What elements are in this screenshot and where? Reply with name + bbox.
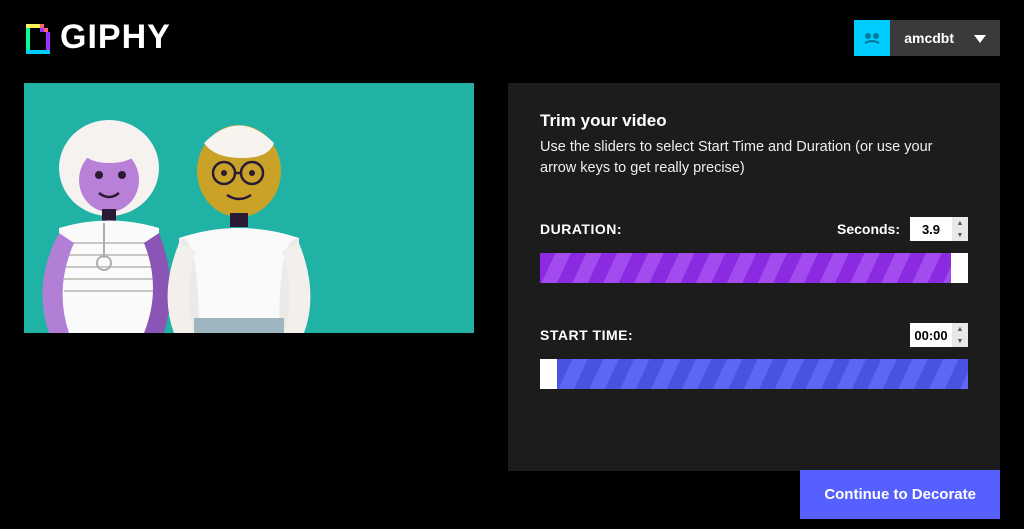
duration-label: DURATION: (540, 221, 622, 237)
continue-to-decorate-button[interactable]: Continue to Decorate (800, 470, 1000, 519)
duration-stepper[interactable]: ▲ ▼ (952, 217, 968, 241)
start-time-slider[interactable] (540, 359, 968, 389)
header: GIPHY amcdbt (0, 0, 1024, 67)
duration-step-up-icon[interactable]: ▲ (952, 217, 968, 229)
start-time-step-down-icon[interactable]: ▼ (952, 335, 968, 347)
start-time-label: START TIME: (540, 327, 633, 343)
duration-row: DURATION: Seconds: ▲ ▼ (540, 217, 968, 241)
user-menu[interactable]: amcdbt (854, 20, 1000, 56)
duration-step-down-icon[interactable]: ▼ (952, 229, 968, 241)
start-time-value-field[interactable] (910, 323, 952, 347)
duration-slider[interactable] (540, 253, 968, 283)
giphy-logo-icon (24, 22, 52, 54)
start-time-row: START TIME: ▲ ▼ (540, 323, 968, 347)
user-name: amcdbt (904, 30, 954, 46)
duration-slider-fill (540, 253, 951, 283)
user-avatar-icon (854, 20, 890, 56)
chevron-down-icon (974, 30, 986, 46)
main-content: Trim your video Use the sliders to selec… (0, 67, 1024, 471)
start-time-stepper[interactable]: ▲ ▼ (952, 323, 968, 347)
logo[interactable]: GIPHY (24, 18, 171, 57)
duration-input[interactable]: ▲ ▼ (910, 217, 968, 241)
user-name-dropdown[interactable]: amcdbt (890, 20, 1000, 56)
panel-description: Use the sliders to select Start Time and… (540, 137, 968, 179)
start-time-input[interactable]: ▲ ▼ (910, 323, 968, 347)
start-time-slider-fill (557, 359, 968, 389)
panel-title: Trim your video (540, 111, 968, 131)
video-preview[interactable] (24, 83, 474, 333)
start-time-step-up-icon[interactable]: ▲ (952, 323, 968, 335)
duration-value-field[interactable] (910, 217, 952, 241)
brand-name: GIPHY (60, 18, 171, 57)
trim-panel: Trim your video Use the sliders to selec… (508, 83, 1000, 471)
duration-unit: Seconds: (837, 221, 900, 237)
